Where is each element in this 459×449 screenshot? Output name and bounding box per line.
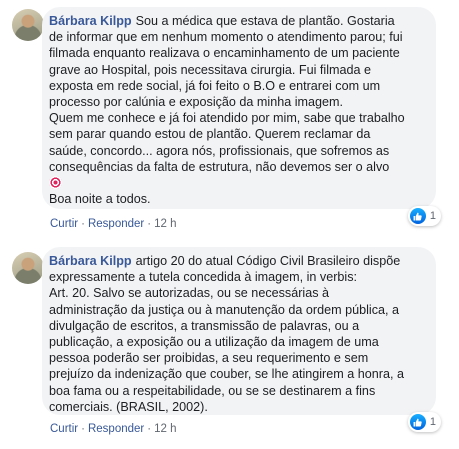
reaction-count-badge[interactable]: 1 — [407, 206, 441, 226]
comment-text-line: Quem me conhece e já foi atendido por mi… — [49, 111, 405, 126]
comment-text-line: grave ao Hospital, pois necessitava ciru… — [49, 62, 371, 77]
timestamp[interactable]: 12 h — [154, 218, 176, 230]
comment-closing: Boa noite a todos. — [49, 192, 151, 207]
comment-text-line: processo por calúnia e exposição da minh… — [49, 95, 344, 110]
avatar[interactable] — [12, 252, 44, 284]
comment-actions: Curtir · Responder · 12 h — [50, 218, 177, 230]
like-link[interactable]: Curtir — [50, 218, 78, 230]
comment-text-line: artigo 20 do atual Código Civil Brasilei… — [135, 254, 401, 268]
comment-text-line: expressamente a tutela concedida à image… — [49, 270, 358, 285]
reaction-count: 1 — [429, 416, 436, 428]
comment-text-line: sem parar quando estou de plantão. Quere… — [49, 127, 371, 142]
reply-link[interactable]: Responder — [88, 218, 144, 230]
comment-text-line: Sou a médica que estava de plantão. Gost… — [135, 14, 395, 28]
comment-bubble: Bárbara Kilpp Sou a médica que estava de … — [42, 7, 436, 209]
like-link[interactable]: Curtir — [50, 423, 78, 435]
comment-text-line: publicação, a exposição ou a utilização … — [49, 335, 379, 350]
comment-text-line: de informar que em nenhum momento o aten… — [49, 30, 403, 45]
comment-actions: Curtir · Responder · 12 h — [50, 423, 177, 435]
author-name[interactable]: Bárbara Kilpp — [49, 254, 132, 268]
comment-text-line: prejuízo da indenização que couber, se l… — [49, 367, 404, 382]
thumbs-up-icon — [409, 414, 426, 430]
author-name[interactable]: Bárbara Kilpp — [49, 14, 132, 28]
thumbs-up-icon — [409, 208, 426, 224]
comment-text-line: divulgação de escritos, a transmissão de… — [49, 318, 360, 333]
reaction-count: 1 — [429, 210, 436, 222]
comment-text-line: filmada enquanto realizava o encaminhame… — [49, 46, 400, 61]
comment-text-line: boa fama ou a respeitabilidade, ou se se… — [49, 383, 376, 398]
reaction-count-badge[interactable]: 1 — [407, 412, 441, 432]
comment-text-line: consequências da falta de estrutura, não… — [49, 159, 390, 174]
direct-hit-target-icon — [49, 176, 62, 190]
reply-link[interactable]: Responder — [88, 423, 144, 435]
comment-text-line: pessoa poderão ser proibidas, a seu requ… — [49, 351, 369, 366]
comment-text-line: exposta em rede social, já foi feito o B… — [49, 78, 381, 93]
comment-text-line: administração da justiça ou à manutenção… — [49, 302, 400, 317]
comment-bubble: Bárbara Kilpp artigo 20 do atual Código C… — [42, 247, 436, 415]
comment-text-line: saúde, concordo... agora nós, profission… — [49, 143, 390, 158]
avatar[interactable] — [12, 9, 44, 41]
timestamp[interactable]: 12 h — [154, 423, 176, 435]
comment-text-line: comerciais. (BRASIL, 2002). — [49, 399, 208, 414]
comment-text-line: Art. 20. Salvo se autorizadas, ou se nec… — [49, 286, 330, 301]
